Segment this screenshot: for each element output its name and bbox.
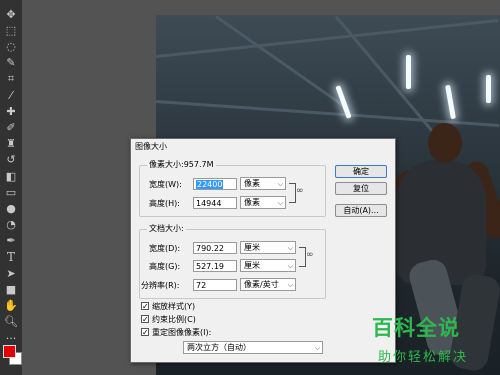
- lasso-icon[interactable]: ◌: [3, 38, 19, 54]
- pixel-height-unit-select[interactable]: 像素 ⌵: [240, 196, 286, 209]
- hand-icon[interactable]: ✋: [3, 298, 19, 314]
- constrain-proportions-checkbox[interactable]: ✓: [141, 315, 149, 324]
- doc-width-input[interactable]: 790.22: [193, 242, 237, 254]
- pixel-dimensions-legend: 像素大小:957.7M: [147, 159, 216, 170]
- crop-icon[interactable]: ⌗: [3, 71, 19, 87]
- chevron-down-icon: ⌵: [287, 244, 293, 252]
- resample-image-label: 重定图像像素(I):: [152, 328, 212, 337]
- chain-link-icon: ∞: [296, 186, 304, 196]
- zoom-icon[interactable]: 🔍︎: [3, 314, 19, 330]
- doc-width-unit-label: 厘米: [244, 243, 260, 252]
- chevron-down-icon: ⌵: [287, 281, 293, 289]
- chevron-down-icon: ⌵: [277, 199, 283, 207]
- pixel-height-label: 高度(H):: [149, 199, 180, 208]
- shape-icon[interactable]: ■: [3, 281, 19, 297]
- dodge-icon[interactable]: ◔: [3, 217, 19, 233]
- history-brush-icon[interactable]: ↺: [3, 152, 19, 168]
- chevron-down-icon: ⌵: [314, 344, 320, 352]
- type-icon[interactable]: T: [3, 249, 19, 265]
- constrain-proportions-label: 约束比例(C): [152, 315, 196, 324]
- tools-panel: ✥ ⬚ ◌ ✎ ⌗ ⁄ ✚ ✐ ♜ ↺ ◧ ▭ ● ◔ ✒ T ➤ ■ ✋ 🔍︎ ···: [0, 0, 22, 375]
- resample-image-checkbox[interactable]: ✓: [141, 328, 149, 337]
- doc-height-value: 527.19: [196, 262, 224, 271]
- doc-height-label: 高度(G):: [149, 262, 181, 271]
- auto-button[interactable]: 自动(A)...: [335, 204, 387, 217]
- doc-width-label: 宽度(D):: [149, 244, 181, 253]
- reset-button[interactable]: 复位: [335, 182, 387, 195]
- pixel-width-input[interactable]: 22400: [193, 178, 237, 190]
- brush-icon[interactable]: ✐: [3, 119, 19, 135]
- ok-button[interactable]: 确定: [335, 165, 387, 178]
- eraser-icon[interactable]: ◧: [3, 168, 19, 184]
- chain-link-icon: ∞: [306, 250, 314, 260]
- path-select-icon[interactable]: ➤: [3, 265, 19, 281]
- resolution-label: 分辨率(R):: [141, 281, 180, 290]
- watermark-subtitle: 助你轻松解决: [378, 350, 469, 365]
- clone-stamp-icon[interactable]: ♜: [3, 136, 19, 152]
- chevron-down-icon: ⌵: [287, 262, 293, 270]
- doc-height-input[interactable]: 527.19: [193, 260, 237, 272]
- marquee-icon[interactable]: ⬚: [3, 22, 19, 38]
- pixel-height-value: 14944: [196, 199, 222, 208]
- pixel-height-unit-label: 像素: [244, 198, 260, 207]
- document-size-legend: 文档大小:: [147, 223, 186, 234]
- doc-width-unit-select[interactable]: 厘米 ⌵: [240, 241, 296, 254]
- pixel-width-value: 22400: [196, 180, 224, 189]
- resample-method-select[interactable]: 两次立方（自动） ⌵: [183, 341, 323, 354]
- doc-height-unit-select[interactable]: 厘米 ⌵: [240, 259, 296, 272]
- doc-link-bracket: [299, 247, 306, 267]
- pixel-width-unit-select[interactable]: 像素 ⌵: [240, 177, 286, 190]
- resolution-unit-select[interactable]: 像素/英寸 ⌵: [240, 278, 296, 291]
- eyedropper-icon[interactable]: ⁄: [3, 87, 19, 103]
- resolution-value: 72: [196, 281, 207, 290]
- pixel-height-input[interactable]: 14944: [193, 197, 237, 209]
- watermark-title: 百科全说: [372, 316, 460, 340]
- quick-select-icon[interactable]: ✎: [3, 55, 19, 71]
- foreground-color-swatch[interactable]: [3, 345, 16, 358]
- scale-styles-checkbox[interactable]: ✓: [141, 302, 149, 311]
- scale-styles-label: 缩放样式(Y): [152, 302, 196, 311]
- gradient-icon[interactable]: ▭: [3, 184, 19, 200]
- pixel-link-bracket: [289, 183, 296, 203]
- resolution-unit-label: 像素/英寸: [244, 280, 279, 289]
- chevron-down-icon: ⌵: [277, 180, 283, 188]
- pixel-width-unit-label: 像素: [244, 179, 260, 188]
- move-icon[interactable]: ✥: [3, 6, 19, 22]
- color-swatches[interactable]: [3, 343, 23, 365]
- doc-height-unit-label: 厘米: [244, 261, 260, 270]
- pen-icon[interactable]: ✒: [3, 233, 19, 249]
- resolution-input[interactable]: 72: [193, 279, 237, 291]
- blur-icon[interactable]: ●: [3, 200, 19, 216]
- dialog-title: 图像大小: [135, 142, 167, 151]
- resample-method-label: 两次立方（自动）: [187, 343, 251, 352]
- doc-width-value: 790.22: [196, 244, 224, 253]
- baike-watermark: 百科全说 助你轻松解决: [364, 310, 489, 370]
- image-size-dialog: 图像大小 像素大小:957.7M 宽度(W): 22400 像素 ⌵ 高度(H):…: [130, 138, 396, 363]
- healing-brush-icon[interactable]: ✚: [3, 103, 19, 119]
- pixel-width-label: 宽度(W):: [149, 180, 182, 189]
